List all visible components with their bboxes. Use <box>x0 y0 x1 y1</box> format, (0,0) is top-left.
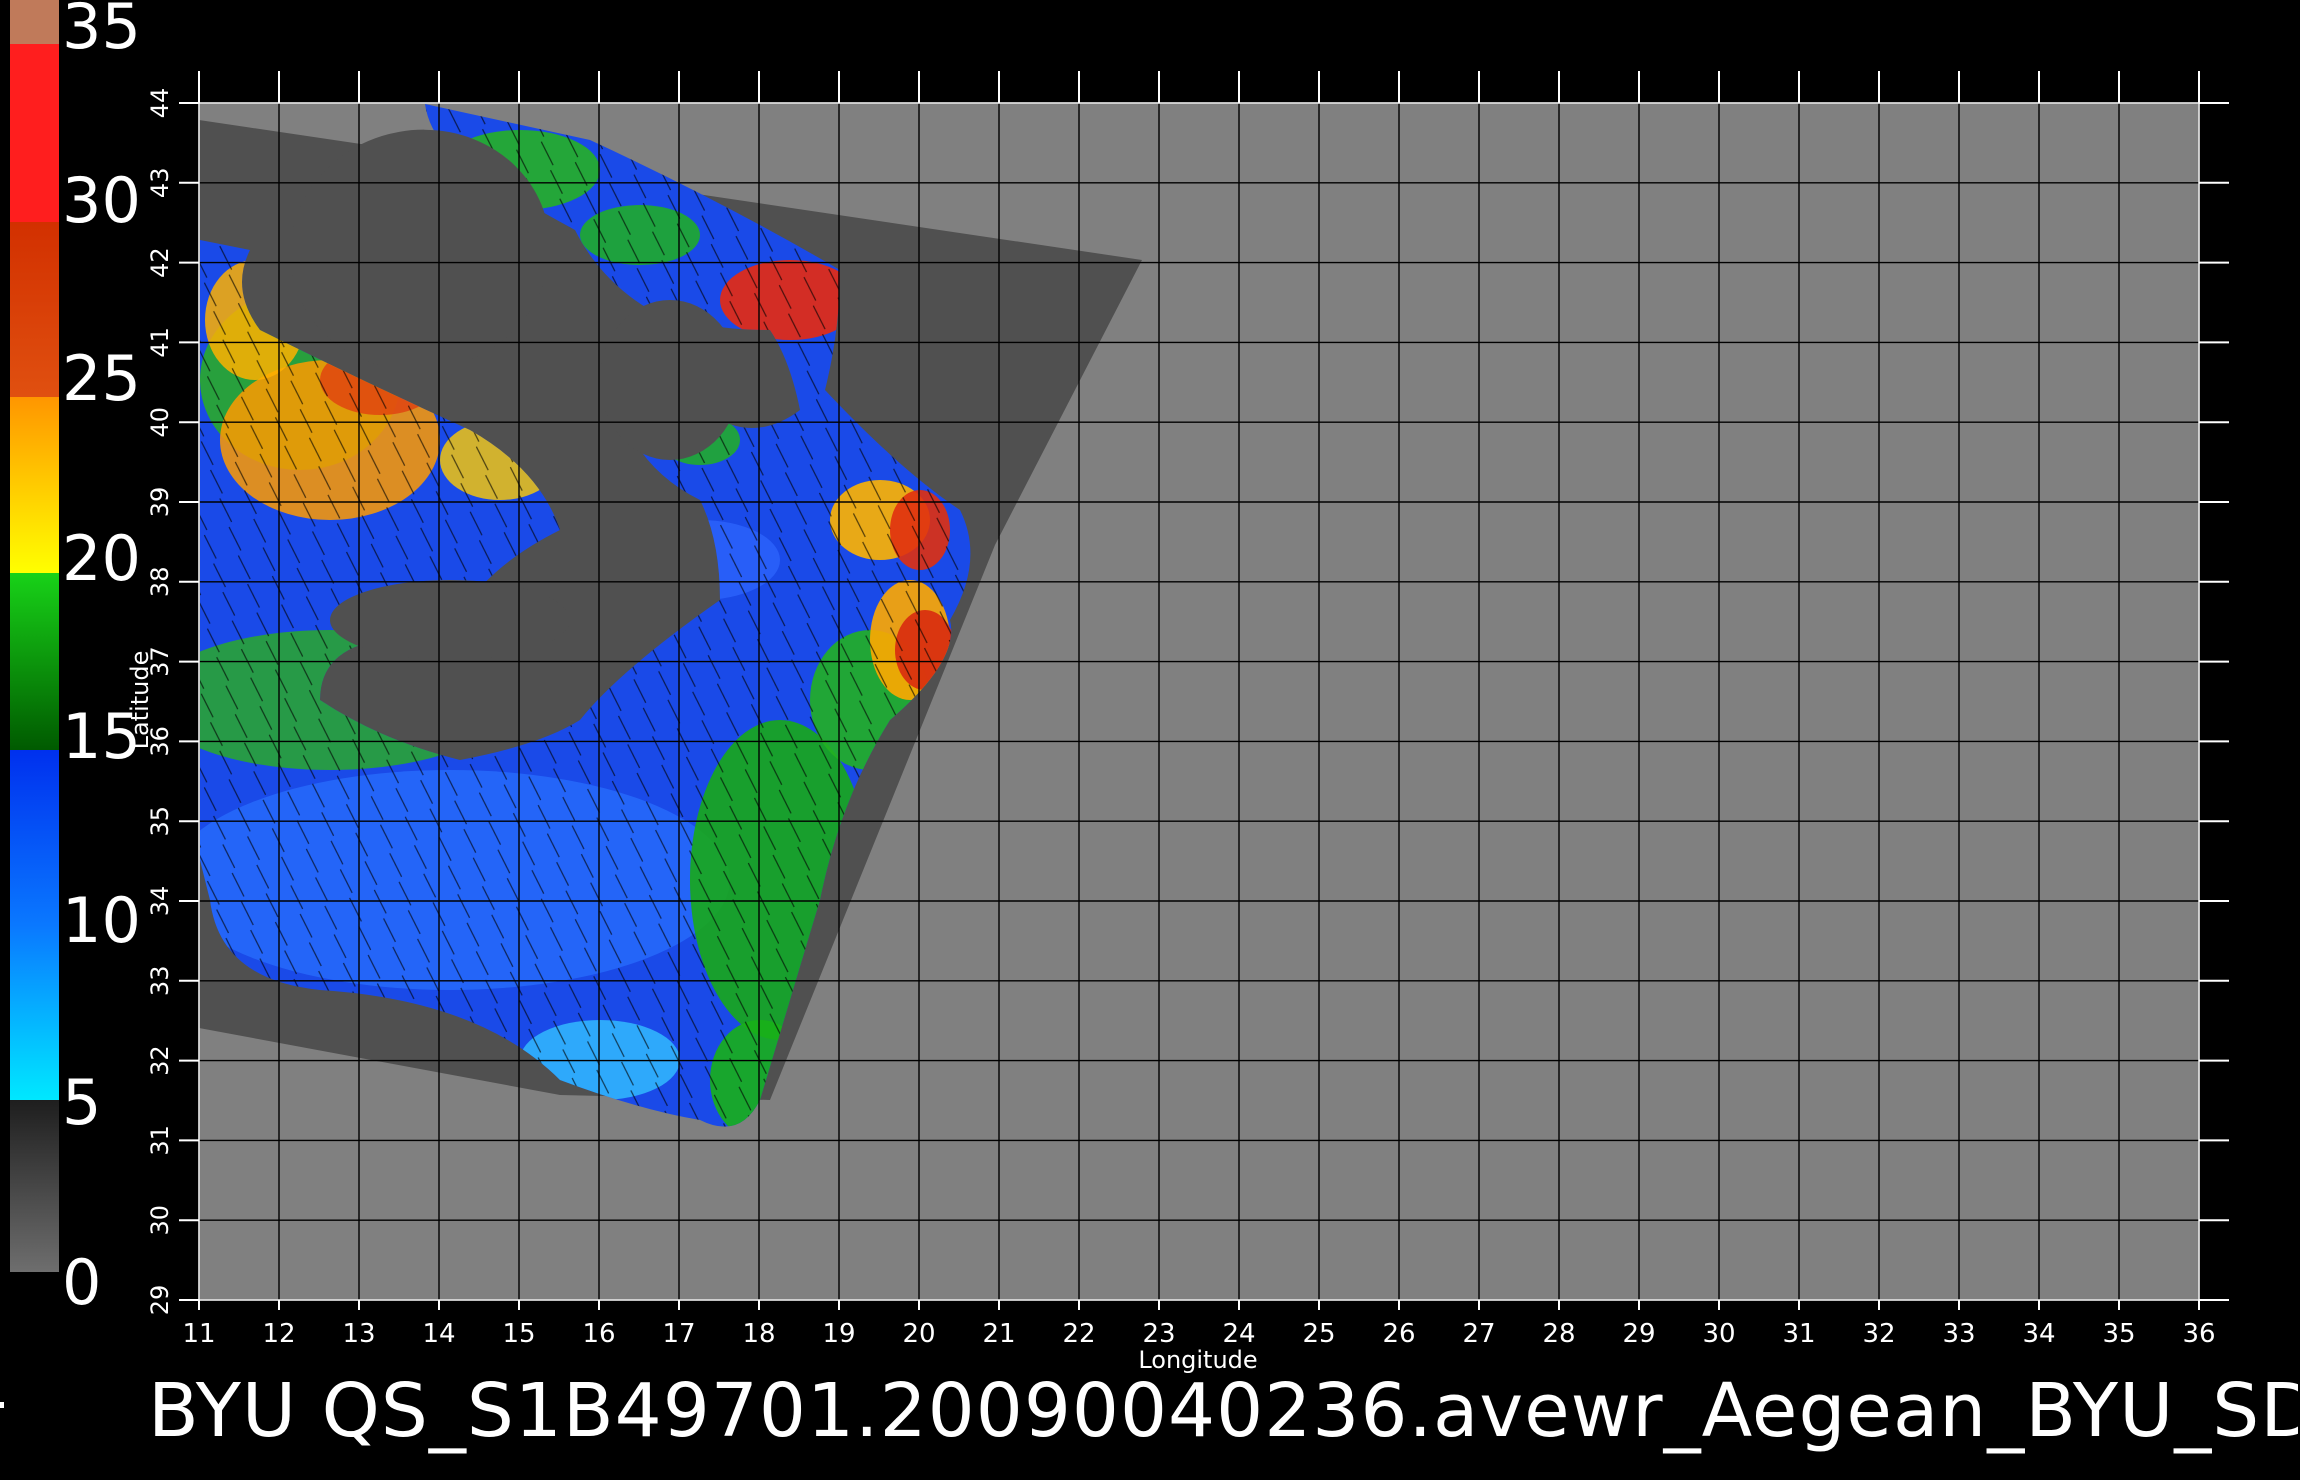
lon-tick-label: 18 <box>742 1319 775 1349</box>
lon-tick-label: 31 <box>1782 1319 1815 1349</box>
lon-tick-label: 17 <box>662 1319 695 1349</box>
lon-tick-label: 30 <box>1702 1319 1735 1349</box>
lat-tick-label: 30 <box>146 1205 174 1236</box>
land-sicily <box>330 580 570 660</box>
lon-tick-label: 23 <box>1142 1319 1175 1349</box>
land-greece <box>600 300 740 460</box>
lat-tick-label: 34 <box>146 886 174 917</box>
lon-tick-label: 29 <box>1622 1319 1655 1349</box>
lon-tick-label: 24 <box>1222 1319 1255 1349</box>
lat-tick-label: 39 <box>146 487 174 518</box>
lat-tick-label: 31 <box>146 1125 174 1156</box>
lat-tick-label: 42 <box>146 247 174 278</box>
lon-tick-label: 27 <box>1462 1319 1495 1349</box>
lat-tick-label: 41 <box>146 327 174 358</box>
lon-tick-label: 19 <box>822 1319 855 1349</box>
lon-tick-label: 11 <box>182 1319 215 1349</box>
lon-tick-label: 15 <box>502 1319 535 1349</box>
lat-tick-label: 40 <box>146 407 174 438</box>
lon-tick-label: 28 <box>1542 1319 1575 1349</box>
lon-tick-label: 13 <box>342 1319 375 1349</box>
y-axis-title: Latitude <box>126 651 154 750</box>
lon-tick-label: 12 <box>262 1319 295 1349</box>
lat-tick-label: 43 <box>146 168 174 199</box>
lat-tick-label: 29 <box>146 1285 174 1316</box>
lon-tick-label: 14 <box>422 1319 455 1349</box>
image-caption: BYU QS_S1B49701.20090040236.avewr_Aegean… <box>148 1368 2298 1454</box>
lat-tick-label: 38 <box>146 567 174 598</box>
lon-tick-label: 16 <box>582 1319 615 1349</box>
lon-tick-label: 35 <box>2102 1319 2135 1349</box>
lon-tick-label: 34 <box>2022 1319 2055 1349</box>
lon-tick-label: 21 <box>982 1319 1015 1349</box>
edge-marker <box>0 1402 4 1408</box>
lat-tick-label: 44 <box>146 88 174 119</box>
lon-tick-label: 26 <box>1382 1319 1415 1349</box>
lat-tick-label: 32 <box>146 1045 174 1076</box>
lat-tick-label: 33 <box>146 966 174 997</box>
lon-tick-label: 22 <box>1062 1319 1095 1349</box>
lon-tick-label: 20 <box>902 1319 935 1349</box>
lon-tick-label: 33 <box>1942 1319 1975 1349</box>
wind-speed-map: 11 12 13 14 15 16 17 18 19 20 21 22 23 24 25 26 27 28 29 30… <box>126 71 2229 1374</box>
lon-tick-label: 25 <box>1302 1319 1335 1349</box>
lat-tick-label: 35 <box>146 806 174 837</box>
lon-tick-label: 32 <box>1862 1319 1895 1349</box>
lon-tick-labels: 11 12 13 14 15 16 17 18 19 20 21 22 23 24 25 26 27 28 29 30… <box>182 1319 2215 1349</box>
lon-tick-label: 36 <box>2182 1319 2215 1349</box>
